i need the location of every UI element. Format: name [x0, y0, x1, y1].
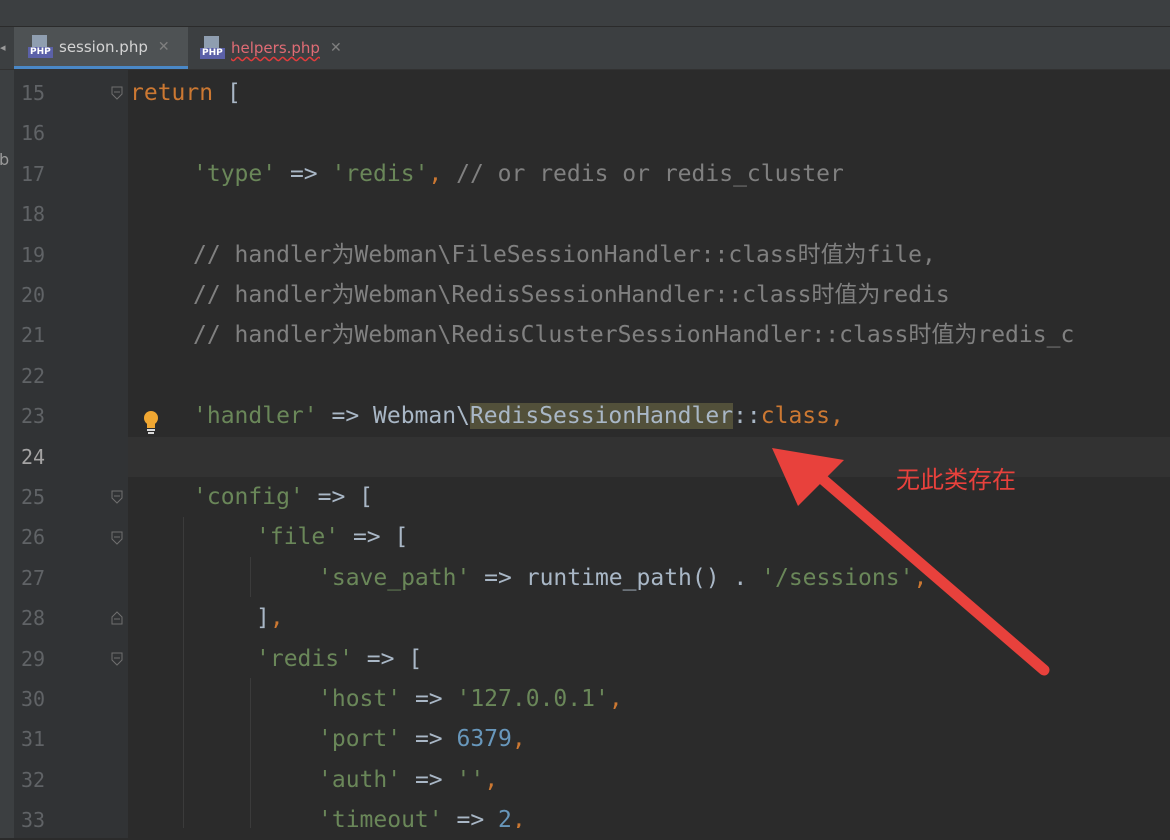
code-token: => [	[339, 524, 409, 550]
code-token: [	[213, 80, 241, 106]
code-token: 'auth'	[318, 767, 402, 793]
code-line-30: 'host' => '127.0.0.1',	[318, 679, 623, 719]
code-token: => [	[352, 646, 423, 672]
tab-label: helpers.php	[231, 39, 320, 57]
line-number: 17	[21, 162, 46, 186]
code-token: ,	[428, 161, 443, 187]
indent-guide	[250, 557, 251, 597]
code-token: =>	[401, 726, 457, 752]
close-icon[interactable]: ✕	[330, 40, 342, 56]
line-number: 24	[21, 445, 46, 469]
code-token: ,	[913, 565, 928, 591]
line-number: 26	[21, 525, 46, 549]
code-token: 'host'	[318, 686, 402, 712]
horizontal-scrollbar[interactable]	[128, 828, 1170, 838]
line-number: 29	[21, 647, 46, 671]
line-number: 18	[21, 202, 46, 226]
code-line-19: // handler为Webman\FileSessionHandler::cl…	[193, 242, 936, 268]
code-line-28: ],	[256, 598, 284, 638]
project-panel-strip[interactable]: b	[0, 70, 14, 838]
code-token: =>	[276, 161, 332, 187]
code-token: => [	[303, 484, 374, 510]
annotation-label: 无此类存在	[896, 466, 1016, 494]
line-number: 33	[21, 808, 46, 832]
line-number: 31	[21, 727, 46, 751]
code-token: ]	[256, 605, 270, 631]
code-line-26: 'file' => [	[256, 517, 408, 557]
code-line-32: 'auth' => '',	[318, 760, 498, 800]
window-title-bar	[0, 0, 1170, 27]
line-number: 16	[21, 121, 46, 145]
line-number: 32	[21, 768, 46, 792]
line-number: 30	[21, 687, 46, 711]
tab-scroll-icon[interactable]: ◂	[0, 41, 6, 54]
code-line-25: 'config' => [	[193, 477, 373, 517]
code-line-21: // handler为Webman\RedisClusterSessionHan…	[193, 322, 1075, 348]
line-number: 23	[21, 404, 46, 428]
code-token: ,	[511, 726, 526, 752]
line-number: 27	[21, 566, 46, 590]
code-token: 'type'	[193, 161, 277, 187]
tab-session-php[interactable]: PHP session.php ✕	[14, 27, 188, 69]
code-line-23: 'handler' => Webman\RedisSessionHandler:…	[193, 396, 844, 436]
code-token: ,	[484, 767, 499, 793]
unresolved-class-highlight[interactable]: RedisSessionHandler	[469, 403, 734, 429]
fold-open-icon[interactable]	[111, 86, 123, 100]
code-token: ,	[608, 686, 623, 712]
indent-guide	[250, 678, 251, 838]
project-panel-label: b	[0, 150, 10, 169]
line-number: 21	[21, 323, 46, 347]
editor-tab-bar: ◂ PHP session.php ✕ PHP helpers.php ✕	[0, 27, 1170, 70]
code-token: ,	[269, 605, 284, 631]
code-token: =>	[401, 767, 457, 793]
indent-guide	[183, 517, 184, 838]
code-token: =>	[401, 686, 457, 712]
code-token: 'redis'	[256, 646, 353, 672]
line-number: 19	[21, 243, 46, 267]
code-token: class	[760, 403, 831, 429]
code-token: 'config'	[193, 484, 304, 510]
code-line-29: 'redis' => [	[256, 639, 422, 679]
code-comment: // or redis or redis_cluster	[442, 161, 844, 187]
code-line-27: 'save_path' => runtime_path() . '/sessio…	[318, 558, 927, 598]
line-number: 20	[21, 283, 46, 307]
line-number: 22	[21, 364, 46, 388]
code-line-15: return [	[130, 73, 241, 113]
code-token: 'handler'	[193, 403, 318, 429]
code-token: ::	[733, 403, 761, 429]
code-line-31: 'port' => 6379,	[318, 719, 526, 759]
php-file-icon: PHP	[28, 34, 53, 59]
fold-open-icon[interactable]	[111, 652, 123, 666]
code-token: return	[130, 80, 214, 106]
close-icon[interactable]: ✕	[158, 39, 170, 55]
code-token: => Webman\	[317, 403, 470, 429]
code-line-20: // handler为Webman\RedisSessionHandler::c…	[193, 282, 950, 308]
tab-label: session.php	[59, 37, 148, 56]
php-file-icon: PHP	[200, 36, 225, 60]
code-line-17: 'type' => 'redis', // or redis or redis_…	[193, 154, 844, 194]
line-number: 15	[21, 81, 46, 105]
code-token: => runtime_path() .	[470, 565, 762, 591]
code-token: 'save_path'	[318, 565, 471, 591]
line-number: 28	[21, 606, 46, 630]
code-token: 'file'	[256, 524, 340, 550]
code-token: '/sessions'	[761, 565, 914, 591]
lightbulb-icon[interactable]	[141, 409, 161, 435]
code-token: ,	[830, 403, 844, 429]
code-token: 'port'	[318, 726, 402, 752]
fold-open-icon[interactable]	[111, 531, 123, 545]
fold-open-icon[interactable]	[111, 490, 123, 504]
line-number: 25	[21, 485, 46, 509]
code-token: 'redis'	[331, 161, 429, 187]
code-token: 6379	[456, 726, 512, 752]
tab-helpers-php[interactable]: PHP helpers.php ✕	[200, 27, 342, 69]
line-number-gutter	[0, 70, 128, 838]
code-token: ''	[456, 767, 485, 793]
code-token: '127.0.0.1'	[456, 686, 609, 712]
fold-close-icon[interactable]	[111, 611, 123, 625]
